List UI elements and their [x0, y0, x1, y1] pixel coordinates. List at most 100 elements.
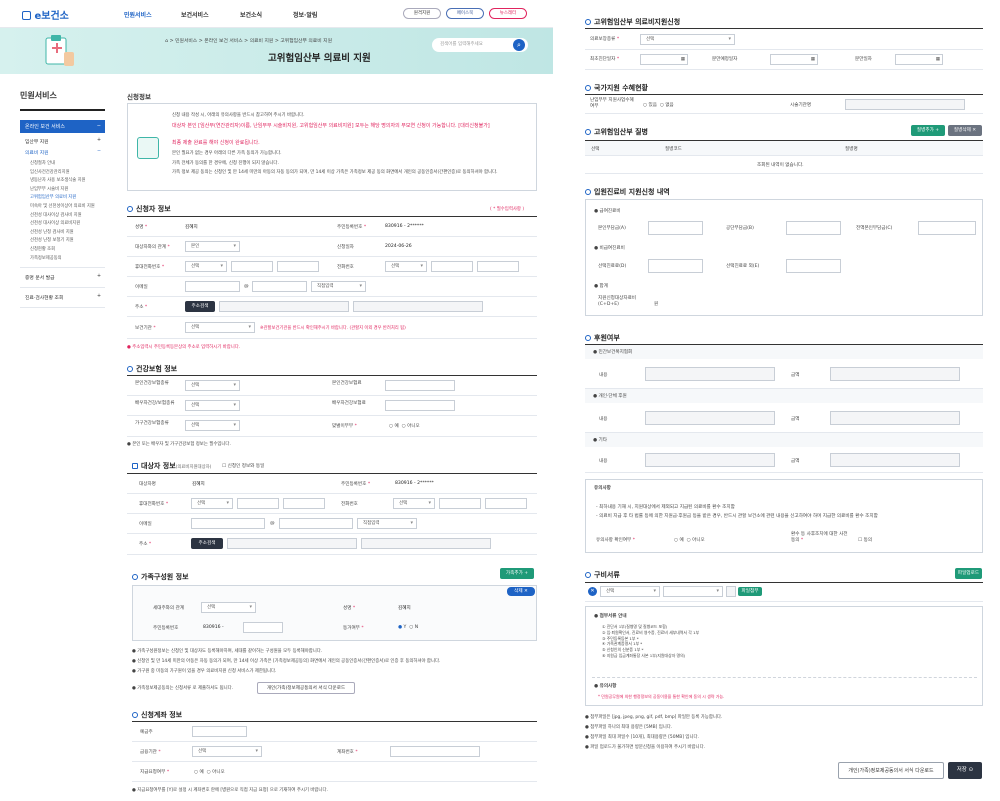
dual-income-radio[interactable]: ○ 예 ○ 아니오 — [389, 423, 420, 429]
nav-minwon[interactable]: 민원서비스 — [124, 10, 152, 19]
sidebar-item-records[interactable]: 진료·검사현황 조회 + — [20, 288, 105, 309]
bank-select[interactable]: 선택 — [192, 746, 262, 757]
add-disease-button[interactable]: 질병추가 + — [911, 125, 945, 136]
phone-mid-input[interactable] — [431, 261, 473, 272]
nav-info[interactable]: 정보·알림 — [293, 10, 317, 19]
delivery-date[interactable]: ▦ — [895, 54, 943, 65]
doc-file-input[interactable] — [726, 586, 736, 597]
file-upload-button[interactable]: 파일업로드 — [955, 568, 982, 579]
sidebar-sub-item-active[interactable]: 고위험임산부 의료비 지원 — [30, 195, 105, 201]
address-1-input[interactable] — [219, 301, 349, 312]
doc-type-select[interactable]: 선택 — [600, 586, 660, 597]
coverage-type-select[interactable]: 선택 — [640, 34, 735, 45]
refund-agree-checkbox[interactable]: ☐ 동의 — [858, 537, 872, 543]
breadcrumb-home[interactable]: ⌂ — [165, 39, 168, 44]
logo[interactable]: e보건소 — [22, 7, 69, 22]
sidebar-item-certificate[interactable]: 증명 문서 발급 + — [20, 268, 105, 289]
clinic-name-input[interactable] — [845, 99, 965, 110]
support1-amount-input[interactable] — [830, 367, 960, 381]
target-phone-select[interactable]: 선택 — [393, 498, 435, 509]
target-email-domain[interactable] — [279, 518, 353, 529]
mobile-mid-input[interactable] — [231, 261, 273, 272]
add-family-button[interactable]: 가족추가 + — [500, 568, 534, 579]
target-email-select[interactable]: 직접입력 — [357, 518, 417, 529]
family-rrn-back[interactable] — [243, 622, 283, 633]
national-support-radio[interactable]: ○ 있음 ○ 없음 — [643, 102, 674, 108]
account-number-input[interactable] — [390, 746, 480, 757]
email-domain-select[interactable]: 직접입력 — [311, 281, 366, 292]
newsletter-button[interactable]: 뉴스레터 — [489, 8, 527, 19]
email-id-input[interactable] — [185, 281, 240, 292]
sidebar-sub-item[interactable]: 가족정보제공동의 — [30, 256, 105, 262]
sidebar-item-online[interactable]: 온라인 보건 서비스 − — [20, 120, 105, 133]
select-care-e-input[interactable] — [786, 259, 841, 273]
sidebar-sub-item[interactable]: 임신사전건강관리지원 — [30, 170, 105, 176]
phone-prefix-select[interactable]: 선택 — [385, 261, 427, 272]
relation-select[interactable]: 본인 — [185, 241, 240, 252]
health-org-select[interactable]: 선택 — [185, 322, 255, 333]
family-form-download-button[interactable]: 개인(가족)정보제공동의서 서식 다운로드 — [257, 682, 355, 694]
self-insurance-select[interactable]: 선택 — [185, 380, 240, 391]
caution-confirm-radio[interactable]: ○ 예 ○ 아니오 — [674, 537, 705, 543]
support2-content-input[interactable] — [645, 411, 775, 425]
spouse-premium-input[interactable] — [385, 400, 455, 411]
sidebar-sub-item[interactable]: 선천성 대사이상 검사비 지원 — [30, 213, 105, 219]
target-address-search-button[interactable]: 주소검색 — [191, 538, 223, 549]
sidebar-sub-item[interactable]: 미숙아 및 선천성이상아 의료비 지원 — [30, 204, 105, 210]
support1-content-input[interactable] — [645, 367, 775, 381]
support2-amount-input[interactable] — [830, 411, 960, 425]
address-search-button[interactable]: 주소검색 — [185, 301, 215, 312]
public-pay-b-input[interactable] — [786, 221, 841, 235]
breadcrumb-item[interactable]: 의료비 지원 — [250, 39, 274, 44]
select-care-d-input[interactable] — [648, 259, 703, 273]
self-premium-input[interactable] — [385, 380, 455, 391]
sidebar-sub-item[interactable]: 난임부부 시술비 지원 — [30, 187, 105, 193]
sidebar-sub-item[interactable]: 신청절차 안내 — [30, 161, 105, 167]
self-pay-a-input[interactable] — [648, 221, 703, 235]
sidebar-sub-item[interactable]: 신청현황 조회 — [30, 247, 105, 253]
pay-request-radio[interactable]: ○ 예 ○ 아니오 — [194, 769, 225, 775]
due-date[interactable]: ▦ — [770, 54, 818, 65]
address-2-input[interactable] — [353, 301, 483, 312]
sidebar-sub-item[interactable]: 냉동난자 사용 보조생식술 지원 — [30, 178, 105, 184]
phone-last-input[interactable] — [477, 261, 519, 272]
sidebar-sub-item[interactable]: 선천성 난청 보청기 지원 — [30, 238, 105, 244]
email-domain-input[interactable] — [252, 281, 307, 292]
sidebar-item-medical[interactable]: 의료비 지원 − — [20, 147, 105, 158]
support3-amount-input[interactable] — [830, 453, 960, 467]
first-diagnosis-date[interactable]: ▦ — [640, 54, 688, 65]
search-icon[interactable]: ⌕ — [513, 39, 525, 51]
delete-disease-button[interactable]: 질병삭제 ✕ — [948, 125, 982, 136]
breadcrumb-item[interactable]: 온라인 보건 서비스 — [204, 39, 242, 44]
account-owner-input[interactable] — [192, 726, 247, 737]
household-insurance-select[interactable]: 선택 — [185, 420, 240, 431]
mobile-last-input[interactable] — [277, 261, 319, 272]
target-mobile-last[interactable] — [283, 498, 325, 509]
delete-family-button[interactable]: 삭제 ✕ — [507, 587, 535, 596]
mobile-prefix-select[interactable]: 선택 — [185, 261, 227, 272]
cohabit-radio[interactable]: ● Y ○ N — [398, 625, 418, 630]
save-button[interactable]: 저장 ⊙ — [948, 762, 982, 779]
attach-file-button[interactable]: 파일첨부 — [738, 587, 762, 596]
spouse-insurance-select[interactable]: 선택 — [185, 400, 240, 411]
breadcrumb-item[interactable]: 민원서비스 — [175, 39, 197, 44]
target-address-2[interactable] — [361, 538, 491, 549]
consent-form-download-button[interactable]: 개인(가족)정보제공동의서 서식 다운로드 — [838, 762, 944, 779]
target-mobile-select[interactable]: 선택 — [191, 498, 233, 509]
target-phone-mid[interactable] — [439, 498, 481, 509]
support3-content-input[interactable] — [645, 453, 775, 467]
remove-doc-icon[interactable]: ✕ — [588, 587, 597, 596]
target-address-1[interactable] — [227, 538, 357, 549]
same-as-applicant-checkbox[interactable]: ☐ 신청인 정보와 동일 — [222, 463, 264, 469]
target-email-id[interactable] — [191, 518, 265, 529]
remote-support-button[interactable]: 원격지원 — [403, 8, 441, 19]
nav-health[interactable]: 보건서비스 — [181, 10, 209, 19]
target-mobile-mid[interactable] — [237, 498, 279, 509]
family-relation-select[interactable]: 선택 — [201, 602, 256, 613]
nav-news[interactable]: 보건소식 — [240, 10, 262, 19]
target-phone-last[interactable] — [485, 498, 527, 509]
sidebar-item-pregnant[interactable]: 임산부 지원 + — [20, 133, 105, 147]
sidebar-sub-item[interactable]: 선천성 난청 검사비 지원 — [30, 230, 105, 236]
facebook-button[interactable]: 페이스북 — [446, 8, 484, 19]
sidebar-sub-item[interactable]: 선천성 대사이상 의료비지원 — [30, 221, 105, 227]
